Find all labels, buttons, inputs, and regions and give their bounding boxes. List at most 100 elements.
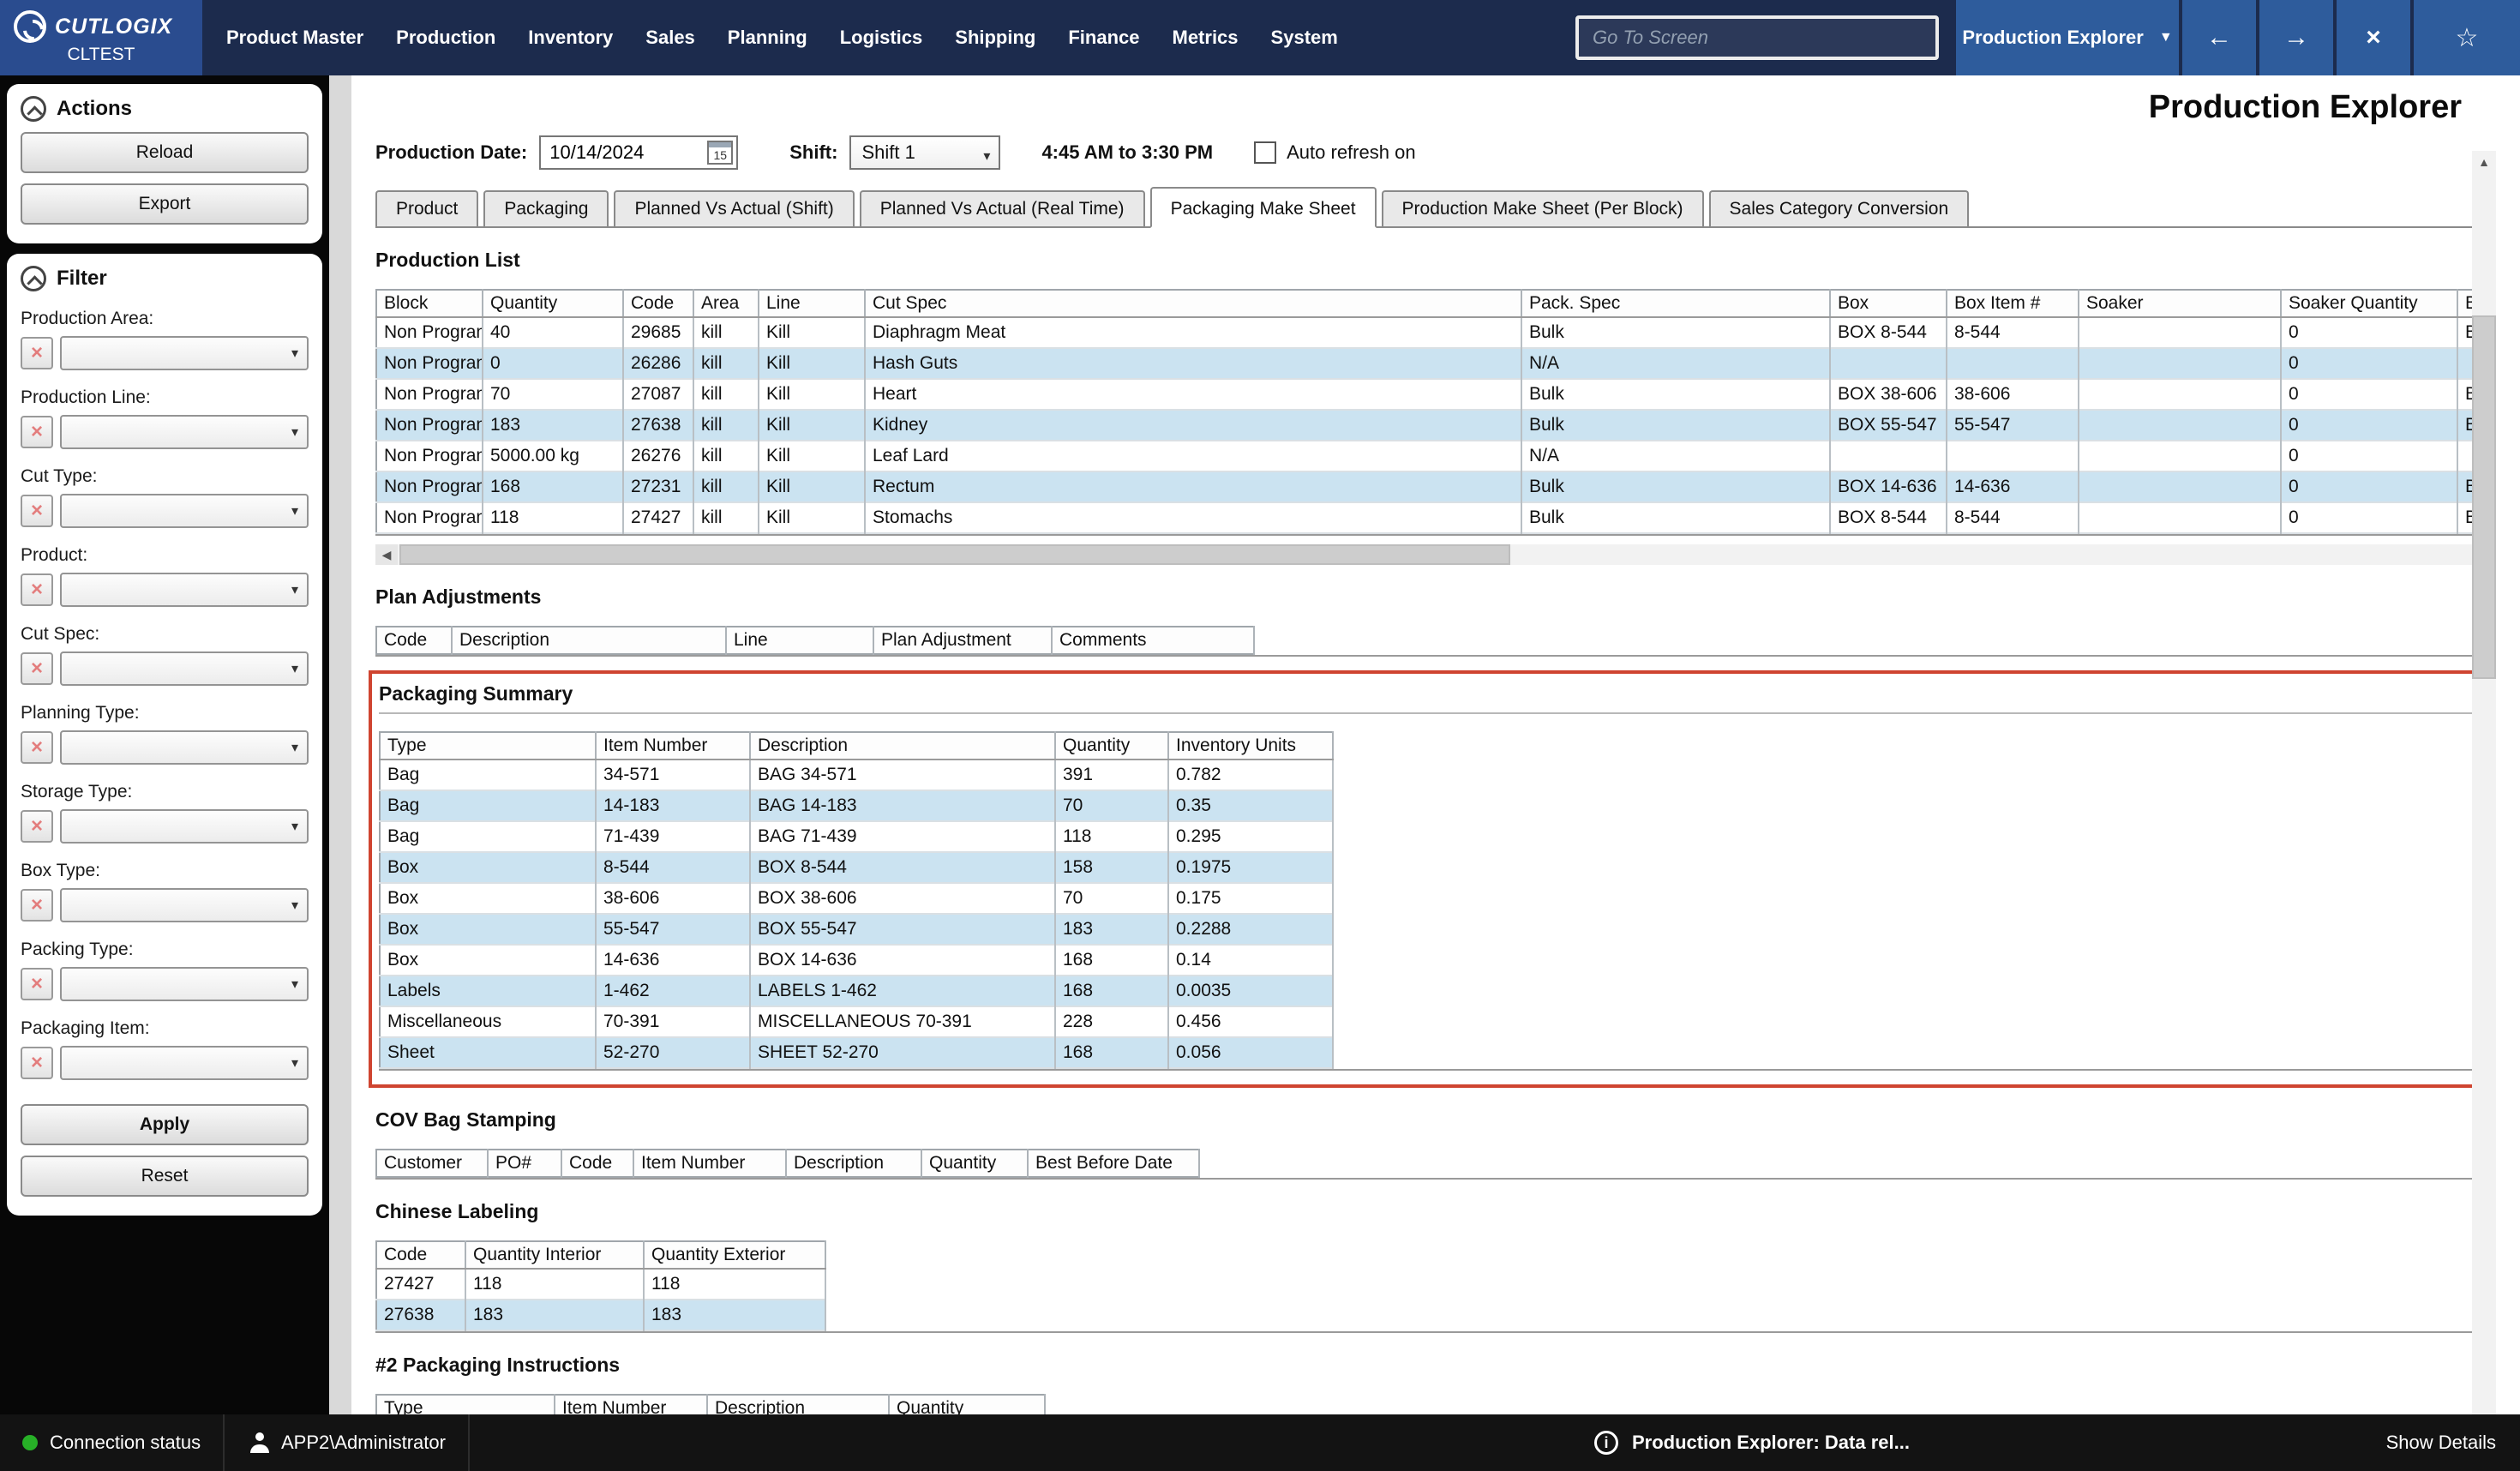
column-header-area[interactable]: Area [693, 290, 759, 317]
filter-dropdown[interactable]: ▾ [60, 573, 309, 607]
column-header-item-number[interactable]: Item Number [555, 1395, 707, 1414]
table-row[interactable]: Box55-547BOX 55-5471830.2288 [380, 914, 1333, 945]
table-row[interactable]: Non Program16827231killKillRectumBulkBOX… [376, 471, 2496, 502]
tab-planned-vs-actual-shift[interactable]: Planned Vs Actual (Shift) [614, 190, 854, 226]
column-header-type[interactable]: Type [376, 1395, 555, 1414]
reset-filter-button[interactable]: Reset [21, 1156, 309, 1197]
column-header-type[interactable]: Type [380, 732, 596, 760]
table-row[interactable]: Non Program026286killKillHash GutsN/A0 [376, 348, 2496, 379]
table-row[interactable]: 27427118118 [376, 1269, 825, 1300]
column-header-code[interactable]: Code [376, 1241, 465, 1269]
column-header-line[interactable]: Line [759, 290, 865, 317]
filter-dropdown[interactable]: ▾ [60, 809, 309, 844]
horizontal-scrollbar-thumb[interactable] [399, 544, 1510, 565]
tab-planned-vs-actual-real-time[interactable]: Planned Vs Actual (Real Time) [860, 190, 1145, 226]
column-header-quantity-exterior[interactable]: Quantity Exterior [644, 1241, 825, 1269]
filter-dropdown[interactable]: ▾ [60, 415, 309, 449]
clear-filter-button[interactable]: × [21, 968, 53, 1000]
table-row[interactable]: Labels1-462LABELS 1-4621680.0035 [380, 976, 1333, 1006]
column-header-code[interactable]: Code [376, 627, 452, 654]
table-row[interactable]: Miscellaneous70-391MISCELLANEOUS 70-3912… [380, 1006, 1333, 1037]
app-logo-tile[interactable]: CUTLOGIX CLTEST [0, 0, 202, 75]
close-screen-button[interactable]: × [2337, 0, 2410, 75]
horizontal-scrollbar[interactable]: ◀ ▶ [375, 544, 2496, 565]
filter-dropdown[interactable]: ▾ [60, 336, 309, 370]
filter-dropdown[interactable]: ▾ [60, 494, 309, 528]
filter-dropdown[interactable]: ▾ [60, 651, 309, 686]
column-header-quantity[interactable]: Quantity [921, 1150, 1028, 1177]
favorite-button[interactable]: ☆ [2414, 0, 2520, 75]
clear-filter-button[interactable]: × [21, 337, 53, 369]
column-header-item-number[interactable]: Item Number [633, 1150, 786, 1177]
nav-item-inventory[interactable]: Inventory [528, 27, 613, 49]
table-row[interactable]: Sheet52-270SHEET 52-2701680.056 [380, 1037, 1333, 1068]
column-header-code[interactable]: Code [561, 1150, 633, 1177]
column-header-inventory-units[interactable]: Inventory Units [1168, 732, 1333, 760]
column-header-block[interactable]: Block [376, 290, 483, 317]
filter-dropdown[interactable]: ▾ [60, 967, 309, 1001]
column-header-soaker[interactable]: Soaker [2079, 290, 2281, 317]
auto-refresh-checkbox[interactable] [1254, 141, 1276, 164]
column-header-cut-spec[interactable]: Cut Spec [865, 290, 1521, 317]
column-header-quantity-interior[interactable]: Quantity Interior [465, 1241, 644, 1269]
column-header-customer[interactable]: Customer [376, 1150, 488, 1177]
vertical-scrollbar-thumb[interactable] [2472, 315, 2496, 679]
filter-dropdown[interactable]: ▾ [60, 888, 309, 922]
column-header-soaker-quantity[interactable]: Soaker Quantity [2281, 290, 2457, 317]
clear-filter-button[interactable]: × [21, 810, 53, 843]
nav-item-product-master[interactable]: Product Master [226, 27, 363, 49]
table-row[interactable]: Bag34-571BAG 34-5713910.782 [380, 760, 1333, 790]
column-header-description[interactable]: Description [786, 1150, 921, 1177]
tab-packaging[interactable]: Packaging [483, 190, 609, 226]
nav-item-production[interactable]: Production [396, 27, 495, 49]
clear-filter-button[interactable]: × [21, 652, 53, 685]
nav-item-finance[interactable]: Finance [1068, 27, 1139, 49]
column-header-box[interactable]: Box [1830, 290, 1947, 317]
status-message[interactable]: i Production Explorer: Data rel... [1594, 1414, 1910, 1471]
tab-sales-category-conversion[interactable]: Sales Category Conversion [1709, 190, 1970, 226]
column-header-plan-adjustment[interactable]: Plan Adjustment [873, 627, 1052, 654]
tab-production-make-sheet-per-block[interactable]: Production Make Sheet (Per Block) [1382, 190, 1704, 226]
column-header-quantity[interactable]: Quantity [1055, 732, 1168, 760]
tab-packaging-make-sheet[interactable]: Packaging Make Sheet [1150, 187, 1377, 228]
column-header-best-before-date[interactable]: Best Before Date [1028, 1150, 1199, 1177]
table-row[interactable]: Non Program4029685killKillDiaphragm Meat… [376, 317, 2496, 348]
column-header-description[interactable]: Description [452, 627, 726, 654]
show-details-link[interactable]: Show Details [2386, 1414, 2496, 1471]
filter-dropdown[interactable]: ▾ [60, 1046, 309, 1080]
column-header-po[interactable]: PO# [488, 1150, 561, 1177]
table-row[interactable]: Non Program7027087killKillHeartBulkBOX 3… [376, 379, 2496, 410]
export-button[interactable]: Export [21, 183, 309, 225]
apply-filter-button[interactable]: Apply [21, 1104, 309, 1145]
shift-dropdown[interactable]: Shift 1 ▾ [849, 135, 1000, 170]
table-row[interactable]: Bag71-439BAG 71-4391180.295 [380, 821, 1333, 852]
column-header-pack-spec[interactable]: Pack. Spec [1521, 290, 1830, 317]
column-header-comments[interactable]: Comments [1052, 627, 1254, 654]
column-header-line[interactable]: Line [726, 627, 873, 654]
nav-item-shipping[interactable]: Shipping [955, 27, 1035, 49]
filter-dropdown[interactable]: ▾ [60, 730, 309, 765]
nav-item-planning[interactable]: Planning [728, 27, 807, 49]
forward-button[interactable]: → [2259, 0, 2333, 75]
table-row[interactable]: 27638183183 [376, 1300, 825, 1330]
clear-filter-button[interactable]: × [21, 731, 53, 764]
column-header-box-item[interactable]: Box Item # [1947, 290, 2079, 317]
clear-filter-button[interactable]: × [21, 889, 53, 922]
clear-filter-button[interactable]: × [21, 573, 53, 606]
table-row[interactable]: Non Program18327638killKillKidneyBulkBOX… [376, 410, 2496, 441]
table-row[interactable]: Box38-606BOX 38-606700.175 [380, 883, 1333, 914]
back-button[interactable]: ← [2182, 0, 2256, 75]
collapse-filter-icon[interactable] [21, 266, 46, 291]
vertical-scrollbar[interactable]: ▲ ▼ [2472, 151, 2496, 1414]
nav-item-system[interactable]: System [1271, 27, 1338, 49]
table-row[interactable]: Bag14-183BAG 14-183700.35 [380, 790, 1333, 821]
column-header-item-number[interactable]: Item Number [596, 732, 750, 760]
nav-item-sales[interactable]: Sales [645, 27, 695, 49]
clear-filter-button[interactable]: × [21, 416, 53, 448]
clear-filter-button[interactable]: × [21, 495, 53, 527]
calendar-icon[interactable]: 15 [707, 141, 733, 165]
reload-button[interactable]: Reload [21, 132, 309, 173]
table-row[interactable]: Box8-544BOX 8-5441580.1975 [380, 852, 1333, 883]
scroll-up-icon[interactable]: ▲ [2472, 151, 2496, 173]
table-row[interactable]: Non Program5000.00 kg26276killKillLeaf L… [376, 441, 2496, 471]
